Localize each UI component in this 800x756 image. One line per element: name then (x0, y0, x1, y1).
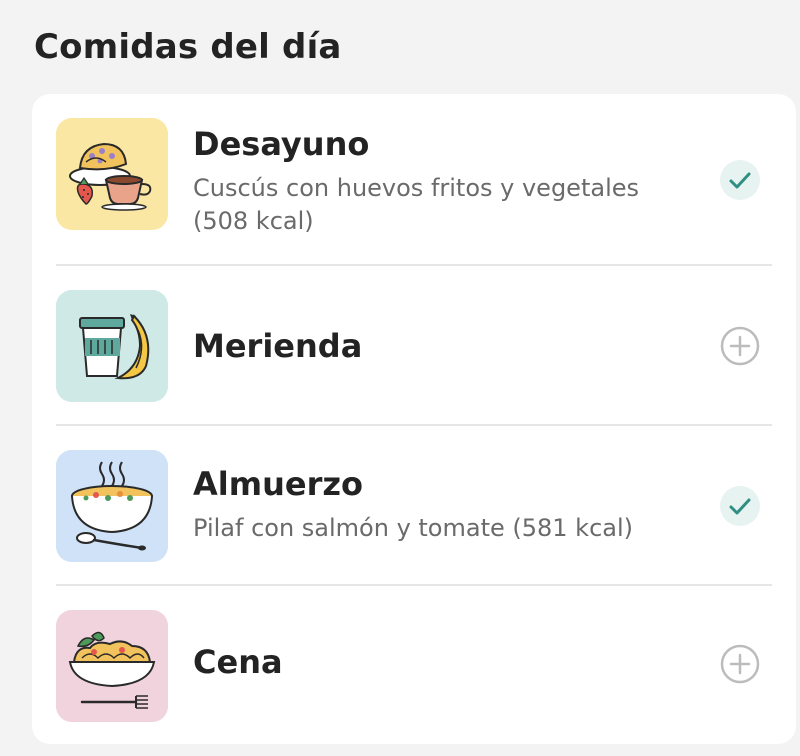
breakfast-pastry-coffee-icon (56, 118, 168, 230)
meal-row-almuerzo[interactable]: Almuerzo Pilaf con salmón y tomate (581 … (56, 450, 772, 562)
meal-name: Cena (193, 643, 283, 681)
row-divider (56, 264, 772, 266)
completed-check-icon[interactable] (720, 160, 760, 200)
meals-screen: Comidas del día Desayuno Cuscús con huev… (0, 0, 800, 756)
meal-description: Pilaf con salmón y tomate (581 kcal) (193, 514, 634, 542)
add-meal-icon[interactable] (720, 326, 760, 366)
meals-card: Desayuno Cuscús con huevos fritos y vege… (32, 94, 796, 744)
row-divider (56, 424, 772, 426)
meal-row-cena[interactable]: Cena (56, 610, 772, 722)
meal-row-desayuno[interactable]: Desayuno Cuscús con huevos fritos y vege… (56, 118, 772, 268)
page-title: Comidas del día (34, 27, 342, 67)
completed-check-icon[interactable] (720, 486, 760, 526)
meal-row-merienda[interactable]: Merienda (56, 290, 772, 402)
snack-cup-banana-icon (56, 290, 168, 402)
dinner-pasta-plate-icon (56, 610, 168, 722)
meal-name: Desayuno (193, 125, 370, 163)
lunch-soup-bowl-icon (56, 450, 168, 562)
meal-description: Cuscús con huevos fritos y vegetales (50… (193, 174, 640, 235)
meal-name: Almuerzo (193, 465, 363, 503)
add-meal-icon[interactable] (720, 644, 760, 684)
row-divider (56, 584, 772, 586)
meal-name: Merienda (193, 327, 363, 365)
